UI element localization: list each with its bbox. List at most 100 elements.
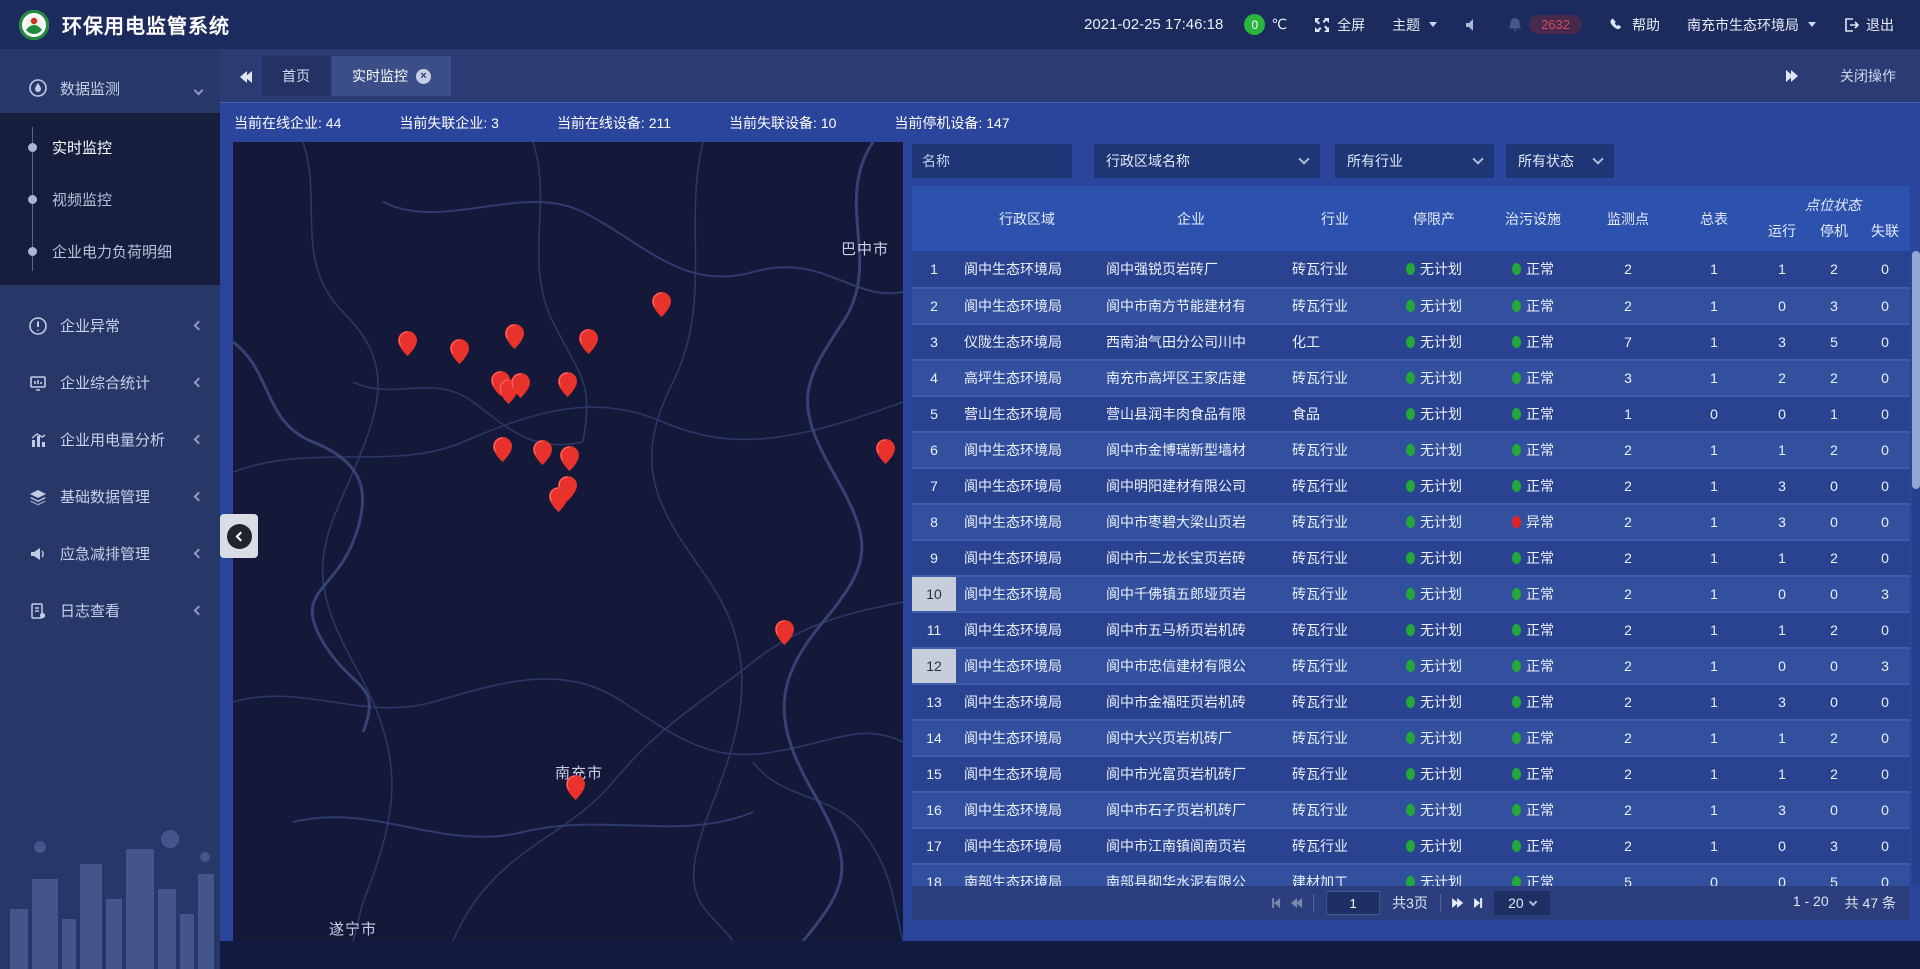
map-pin-icon[interactable] bbox=[533, 440, 552, 465]
fullscreen-button[interactable]: 全屏 bbox=[1314, 15, 1365, 35]
sidebar-item-数据监测[interactable]: 数据监测 bbox=[0, 63, 220, 113]
cell-facility-status: 正常 bbox=[1482, 325, 1584, 359]
table-row[interactable]: 18南部生态环境局南部县砌华水泥有限公建材加工无计划正常50050 bbox=[912, 863, 1910, 886]
sidebar-item-企业用电量分析[interactable]: 企业用电量分析 bbox=[0, 411, 220, 468]
sidebar-item-应急减排管理[interactable]: 应急减排管理 bbox=[0, 525, 220, 582]
chevron-left-icon bbox=[194, 549, 204, 559]
status-select[interactable]: 所有状态 bbox=[1506, 144, 1614, 178]
page-number-input[interactable] bbox=[1326, 891, 1380, 915]
cell-facility-status: 正常 bbox=[1482, 721, 1584, 755]
first-page-button[interactable] bbox=[1272, 898, 1279, 908]
table-row[interactable]: 10阆中生态环境局阆中千佛镇五郎垭页岩砖瓦行业无计划正常21003 bbox=[912, 575, 1910, 611]
sidebar-subitem-视频监控[interactable]: 视频监控 bbox=[0, 173, 220, 225]
cell-running: 1 bbox=[1756, 721, 1808, 755]
table-row[interactable]: 6阆中生态环境局阆中市金博瑞新型墙材砖瓦行业无计划正常21120 bbox=[912, 431, 1910, 467]
region-select[interactable]: 行政区域名称 bbox=[1094, 144, 1320, 178]
map-collapse-button[interactable] bbox=[220, 514, 258, 558]
table-row[interactable]: 9阆中生态环境局阆中市二龙长宝页岩砖砖瓦行业无计划正常21120 bbox=[912, 539, 1910, 575]
table-row[interactable]: 16阆中生态环境局阆中市石子页岩机砖厂砖瓦行业无计划正常21300 bbox=[912, 791, 1910, 827]
stat-item: 当前在线企业: 44 bbox=[234, 113, 341, 133]
sidebar-subitem-实时监控[interactable]: 实时监控 bbox=[0, 121, 220, 173]
status-dot-green-icon bbox=[1512, 408, 1521, 420]
map-pin-icon[interactable] bbox=[560, 446, 579, 471]
help-button[interactable]: 帮助 bbox=[1609, 15, 1660, 35]
table-row[interactable]: 4高坪生态环境局南充市高坪区王家店建砖瓦行业无计划正常31220 bbox=[912, 359, 1910, 395]
cell-company: 阆中千佛镇五郎垭页岩 bbox=[1098, 577, 1284, 611]
page-size-select[interactable]: 20 bbox=[1494, 891, 1550, 915]
close-operations-button[interactable]: 关闭操作 bbox=[1840, 66, 1896, 86]
map-pin-icon[interactable] bbox=[566, 775, 585, 800]
industry-select[interactable]: 所有行业 bbox=[1335, 144, 1494, 178]
table-row[interactable]: 17阆中生态环境局阆中市江南镇阆南页岩砖瓦行业无计划正常21030 bbox=[912, 827, 1910, 863]
cell-offline: 0 bbox=[1860, 541, 1910, 575]
prev-page-button[interactable] bbox=[1291, 898, 1301, 908]
sidebar-item-基础数据管理[interactable]: 基础数据管理 bbox=[0, 468, 220, 525]
table-scrollbar[interactable] bbox=[1912, 251, 1920, 886]
table-row[interactable]: 2阆中生态环境局阆中市南方节能建材有砖瓦行业无计划正常21030 bbox=[912, 287, 1910, 323]
last-page-button[interactable] bbox=[1475, 898, 1482, 908]
tabs-scroll-right-icon[interactable] bbox=[1776, 57, 1810, 95]
table-row[interactable]: 11阆中生态环境局阆中市五马桥页岩机砖砖瓦行业无计划正常21120 bbox=[912, 611, 1910, 647]
chevron-left-icon bbox=[227, 524, 252, 549]
map-pin-icon[interactable] bbox=[398, 331, 417, 356]
tab-首页[interactable]: 首页 bbox=[262, 56, 330, 96]
city-label-遂宁市: 遂宁市 bbox=[329, 918, 377, 939]
map-pin-icon[interactable] bbox=[876, 439, 895, 464]
map-pin-icon[interactable] bbox=[493, 437, 512, 462]
map-pin-icon[interactable] bbox=[511, 373, 530, 398]
table-row[interactable]: 1阆中生态环境局阆中强锐页岩砖厂砖瓦行业无计划正常21120 bbox=[912, 251, 1910, 287]
city-label-巴中市: 巴中市 bbox=[841, 238, 889, 259]
sidebar-subitem-企业电力负荷明细[interactable]: 企业电力负荷明细 bbox=[0, 225, 220, 277]
map-pin-icon[interactable] bbox=[579, 329, 598, 354]
map-panel[interactable]: 巴中市南充市遂宁市 bbox=[233, 142, 903, 941]
cell-industry: 建材加工 bbox=[1284, 865, 1386, 886]
chevron-left-icon bbox=[194, 606, 204, 616]
map-pin-icon[interactable] bbox=[450, 339, 469, 364]
table-row[interactable]: 15阆中生态环境局阆中市光富页岩机砖厂砖瓦行业无计划正常21120 bbox=[912, 755, 1910, 791]
table-row[interactable]: 13阆中生态环境局阆中市金福旺页岩机砖砖瓦行业无计划正常21300 bbox=[912, 683, 1910, 719]
table-row[interactable]: 8阆中生态环境局阆中市枣碧大梁山页岩砖瓦行业无计划异常21300 bbox=[912, 503, 1910, 539]
datetime: 2021-02-25 17:46:18 bbox=[1084, 16, 1223, 33]
notifications[interactable]: 2632 bbox=[1507, 15, 1582, 34]
column-header: 停机 bbox=[1808, 216, 1860, 251]
name-search-input[interactable] bbox=[912, 144, 1072, 178]
cell-stopped: 2 bbox=[1808, 613, 1860, 647]
cell-industry: 砖瓦行业 bbox=[1284, 649, 1386, 683]
scrollbar-thumb[interactable] bbox=[1912, 251, 1920, 489]
app-root: 环保用电监管系统 2021-02-25 17:46:18 0 ℃ 全屏 主题 bbox=[0, 0, 1920, 969]
table-row[interactable]: 7阆中生态环境局阆中明阳建材有限公司砖瓦行业无计划正常21300 bbox=[912, 467, 1910, 503]
cell-points: 2 bbox=[1584, 613, 1672, 647]
limit-status-label: 无计划 bbox=[1420, 836, 1462, 856]
cell-region: 阆中生态环境局 bbox=[956, 251, 1098, 287]
map-pin-icon[interactable] bbox=[549, 487, 568, 512]
status-dot-green-icon bbox=[1406, 624, 1415, 636]
speaker-muted-icon[interactable] bbox=[1464, 17, 1480, 33]
map-pin-icon[interactable] bbox=[505, 324, 524, 349]
theme-dropdown[interactable]: 主题 bbox=[1392, 15, 1437, 35]
table-row[interactable]: 3仪陇生态环境局西南油气田分公司川中化工无计划正常71350 bbox=[912, 323, 1910, 359]
sidebar-item-日志查看[interactable]: 日志查看 bbox=[0, 582, 220, 639]
row-index: 5 bbox=[912, 397, 956, 431]
table-row[interactable]: 12阆中生态环境局阆中市忠信建材有限公砖瓦行业无计划正常21003 bbox=[912, 647, 1910, 683]
table-row[interactable]: 14阆中生态环境局阆中大兴页岩机砖厂砖瓦行业无计划正常21120 bbox=[912, 719, 1910, 755]
status-dot-red-icon bbox=[1512, 516, 1521, 528]
map-pin-icon[interactable] bbox=[652, 292, 671, 317]
tab-close-icon[interactable]: × bbox=[416, 69, 431, 84]
cell-points: 2 bbox=[1584, 469, 1672, 503]
org-dropdown[interactable]: 南充市生态环境局 bbox=[1687, 15, 1816, 35]
next-page-button[interactable] bbox=[1453, 898, 1463, 908]
tab-实时监控[interactable]: 实时监控× bbox=[332, 56, 451, 96]
tabs-scroll-left-icon[interactable] bbox=[228, 58, 262, 96]
map-pin-icon[interactable] bbox=[775, 620, 794, 645]
filter-bar: 行政区域名称 所有行业 所有状态 bbox=[912, 144, 1614, 178]
sidebar-item-企业综合统计[interactable]: 企业综合统计 bbox=[0, 354, 220, 411]
cell-region: 阆中生态环境局 bbox=[956, 793, 1098, 827]
status-dot-green-icon bbox=[1512, 444, 1521, 456]
cell-region: 高坪生态环境局 bbox=[956, 361, 1098, 395]
cell-offline: 0 bbox=[1860, 289, 1910, 323]
cell-running: 1 bbox=[1756, 613, 1808, 647]
sidebar-item-企业异常[interactable]: 企业异常 bbox=[0, 297, 220, 354]
table-row[interactable]: 5营山生态环境局营山县润丰肉食品有限食品无计划正常10010 bbox=[912, 395, 1910, 431]
map-pin-icon[interactable] bbox=[558, 372, 577, 397]
logout-button[interactable]: 退出 bbox=[1843, 15, 1894, 35]
